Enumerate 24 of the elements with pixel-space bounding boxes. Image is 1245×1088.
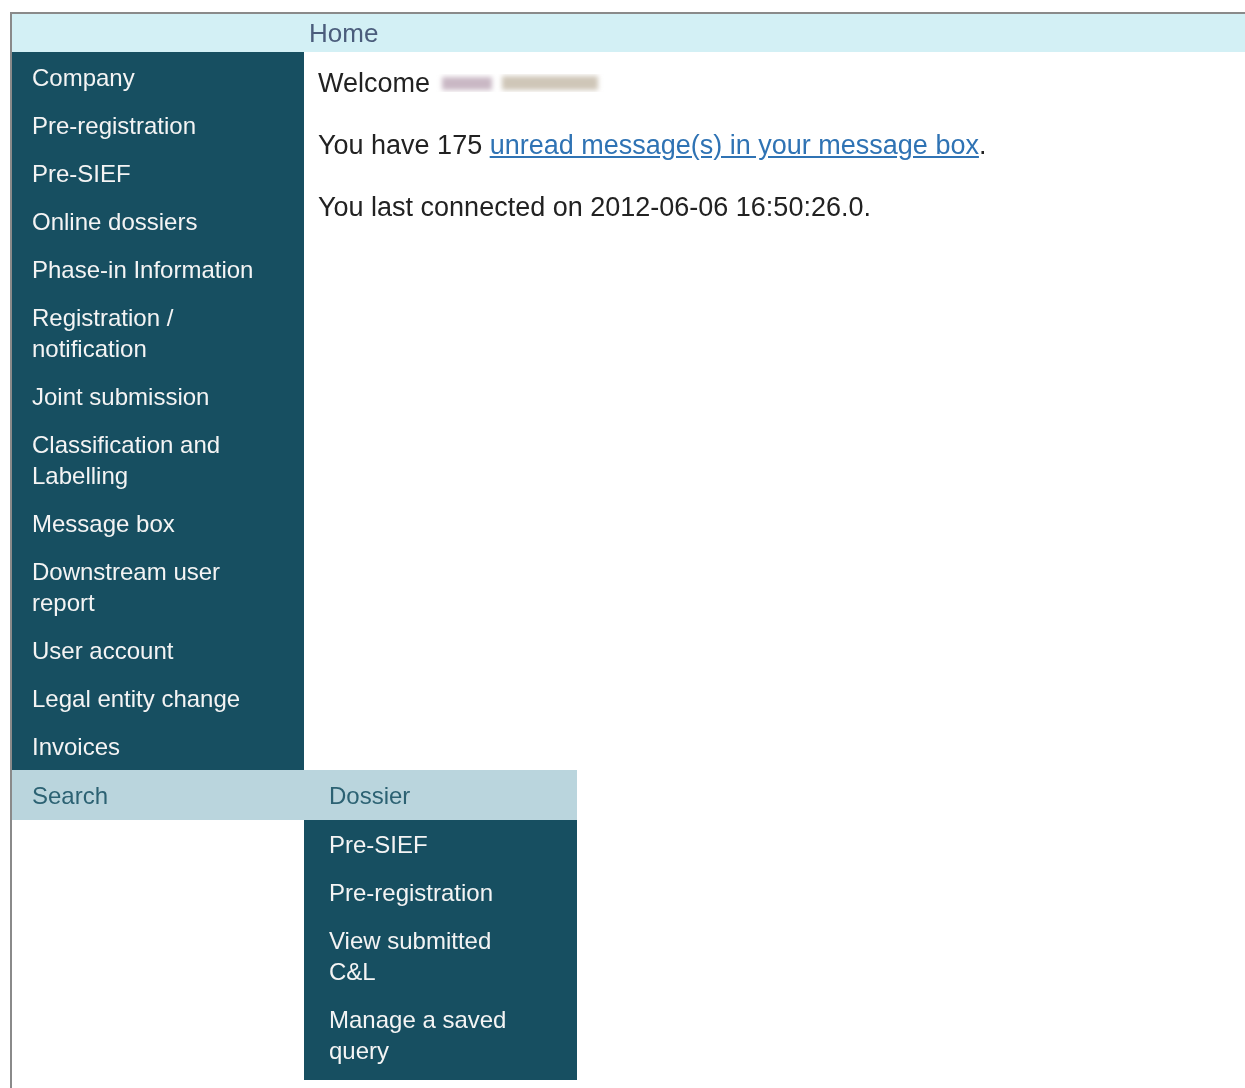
flyout-item[interactable]: Pre-SIEF [304,820,577,868]
sidebar-item[interactable]: Online dossiers [12,197,304,245]
sidebar-item[interactable]: Pre-SIEF [12,149,304,197]
flyout-title[interactable]: Dossier [304,770,577,820]
message-link[interactable]: unread message(s) in your message box [489,130,979,160]
flyout-item[interactable]: Pre-registration [304,868,577,916]
sidebar-item[interactable]: Pre-registration [12,101,304,149]
sidebar-item[interactable]: Message box [12,499,304,547]
sidebar-item[interactable]: Joint submission [12,372,304,420]
sidebar-item[interactable]: Classification and Labelling [12,420,304,499]
sidebar-item[interactable]: Company [12,52,304,101]
flyout-item[interactable]: Manage a saved query [304,995,577,1074]
sidebar-item[interactable]: User account [12,626,304,674]
flyout-item[interactable]: View submitted C&L [304,916,577,995]
sidebar-item[interactable]: Invoices [12,722,304,770]
sidebar-item[interactable]: Legal entity change [12,674,304,722]
sidebar-item[interactable]: Registration / notification [12,293,304,372]
sidebar-item[interactable]: Search [12,770,304,820]
welcome-text: Welcome [318,67,431,99]
sidebar-item[interactable]: Downstream user report [12,547,304,626]
message-sentence: You have 175 unread message(s) in your message box. [318,129,987,161]
last-connected-text: You last connected on 2012-06-06 16:50:26.0. [318,191,872,223]
page-title: Home [309,17,379,49]
sidebar-item[interactable]: Phase-in Information [12,245,304,293]
